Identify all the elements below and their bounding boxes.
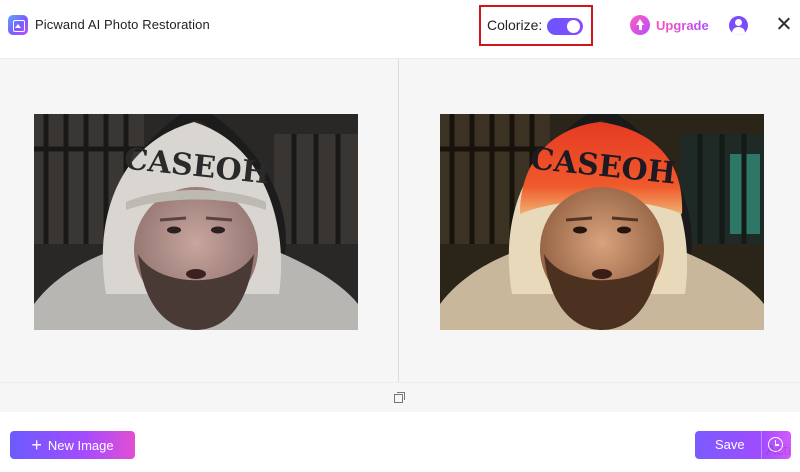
- comparison-workspace: CASEOH CASEOH: [0, 58, 800, 383]
- colorize-label: Colorize:: [487, 17, 543, 33]
- compare-icon[interactable]: [394, 392, 405, 403]
- original-photo: CASEOH: [34, 114, 358, 330]
- upgrade-label: Upgrade: [656, 17, 709, 33]
- close-icon[interactable]: [774, 14, 794, 34]
- app-window: Picwand AI Photo Restoration Colorize: U…: [0, 0, 800, 472]
- watermark-text: Acti: [766, 442, 792, 459]
- colorized-photo: CASEOH: [440, 114, 764, 330]
- app-title: Picwand AI Photo Restoration: [35, 17, 210, 32]
- colorize-toggle[interactable]: [547, 18, 583, 35]
- colorize-control: Colorize:: [479, 5, 593, 46]
- new-image-button[interactable]: + New Image: [10, 431, 135, 459]
- toggle-knob: [567, 20, 580, 33]
- app-logo-icon: [8, 15, 28, 35]
- account-icon[interactable]: [729, 16, 748, 35]
- plus-icon: +: [31, 435, 42, 455]
- new-image-label: New Image: [47, 437, 114, 453]
- compare-divider: [398, 59, 399, 382]
- title-bar: Picwand AI Photo Restoration Colorize: U…: [0, 0, 800, 58]
- compare-toolbar: [0, 383, 800, 412]
- save-label: Save: [715, 437, 745, 452]
- upgrade-arrow-icon: [630, 15, 650, 35]
- upgrade-button[interactable]: Upgrade: [630, 15, 709, 35]
